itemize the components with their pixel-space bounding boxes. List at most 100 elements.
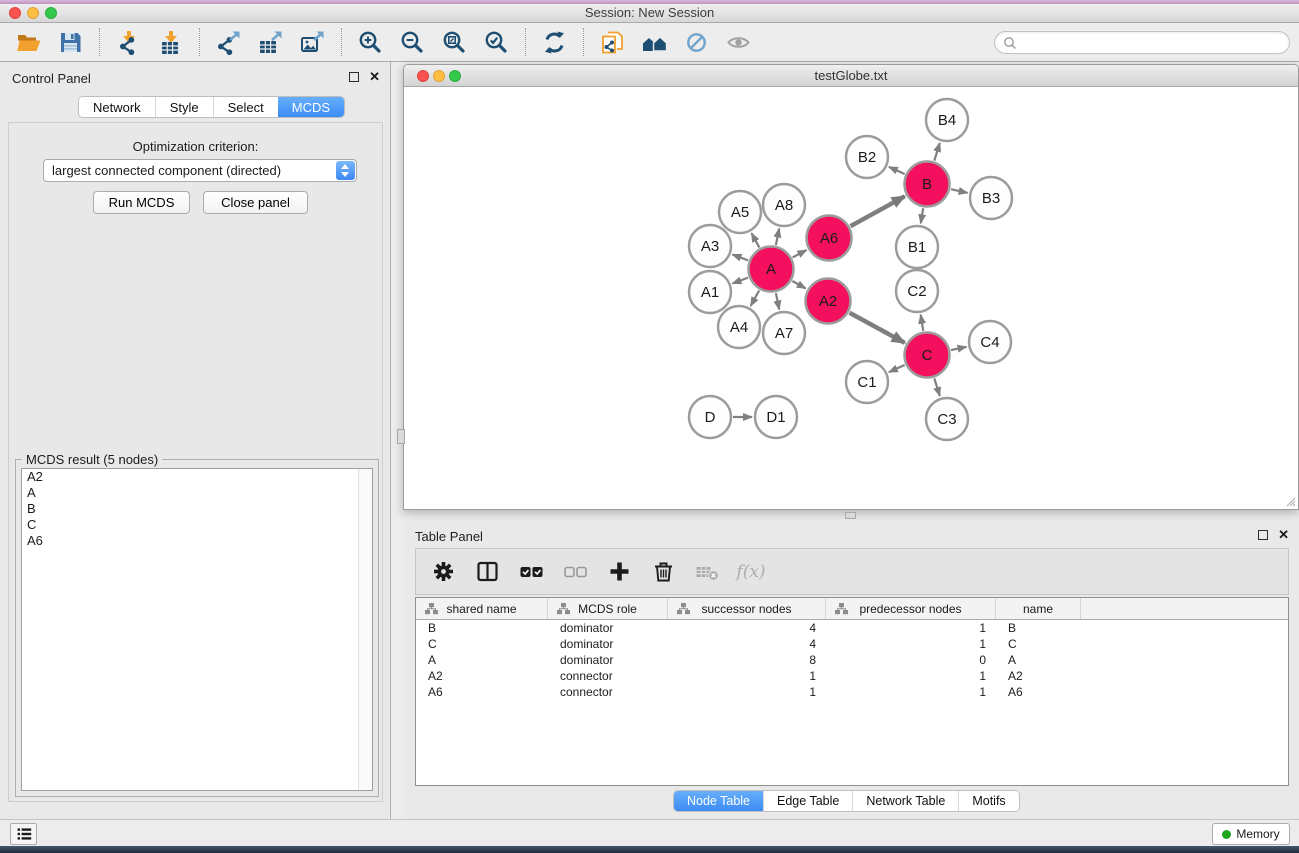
- tab-node-table[interactable]: Node Table: [674, 791, 763, 811]
- horizontal-splitter-handle[interactable]: [845, 512, 856, 519]
- tab-select[interactable]: Select: [213, 97, 278, 117]
- graph-node-A4[interactable]: A4: [718, 306, 760, 348]
- float-panel-button[interactable]: [349, 72, 359, 82]
- column-header-name[interactable]: name: [996, 598, 1081, 619]
- export-network-button[interactable]: [210, 26, 246, 58]
- graph-node-A3[interactable]: A3: [689, 225, 731, 267]
- show-columns-button[interactable]: [468, 556, 506, 588]
- zoom-out-button[interactable]: [394, 26, 430, 58]
- close-panel-button[interactable]: ✕: [369, 72, 380, 82]
- refresh-button[interactable]: [536, 26, 572, 58]
- column-header-successor-nodes[interactable]: successor nodes: [668, 598, 826, 619]
- tab-mcds[interactable]: MCDS: [278, 97, 344, 117]
- column-header-shared-name[interactable]: shared name: [416, 598, 548, 619]
- edge-A-A1[interactable]: [732, 278, 748, 284]
- result-scrollbar[interactable]: [358, 469, 372, 790]
- edge-A-A5[interactable]: [751, 233, 759, 247]
- network-window-titlebar[interactable]: testGlobe.txt: [404, 65, 1298, 87]
- zoom-window-button[interactable]: [45, 7, 57, 19]
- edge-B-B4[interactable]: [934, 143, 940, 161]
- edge-A-A7[interactable]: [776, 293, 779, 309]
- save-session-button[interactable]: [52, 26, 88, 58]
- graph-node-C4[interactable]: C4: [969, 321, 1011, 363]
- result-item[interactable]: A: [22, 485, 372, 501]
- edge-A-A4[interactable]: [751, 290, 760, 306]
- show-all-button[interactable]: [720, 26, 756, 58]
- close-panel-button-mcds[interactable]: Close panel: [203, 191, 308, 214]
- graph-node-B[interactable]: B: [905, 162, 950, 207]
- function-builder-button[interactable]: f(x): [732, 556, 770, 588]
- edge-C-C2[interactable]: [921, 315, 924, 331]
- criterion-select[interactable]: largest connected component (directed): [43, 159, 357, 182]
- table-row[interactable]: A6connector11A6: [416, 684, 1288, 700]
- result-item[interactable]: C: [22, 517, 372, 533]
- edge-B-B3[interactable]: [951, 189, 968, 193]
- edge-A-A2[interactable]: [792, 281, 805, 289]
- tab-network-table[interactable]: Network Table: [852, 791, 958, 811]
- select-all-columns-button[interactable]: [512, 556, 550, 588]
- edge-A-A3[interactable]: [732, 254, 748, 260]
- graph-node-C[interactable]: C: [905, 333, 950, 378]
- column-header-mcds-role[interactable]: MCDS role: [548, 598, 668, 619]
- network-minimize-button[interactable]: [433, 70, 445, 82]
- edge-B-B2[interactable]: [889, 167, 905, 174]
- table-row[interactable]: Adominator80A: [416, 652, 1288, 668]
- graph-node-B1[interactable]: B1: [896, 226, 938, 268]
- graph-node-C3[interactable]: C3: [926, 398, 968, 440]
- open-session-button[interactable]: [10, 26, 46, 58]
- zoom-in-button[interactable]: [352, 26, 388, 58]
- graph-node-D1[interactable]: D1: [755, 396, 797, 438]
- first-neighbors-button[interactable]: [636, 26, 672, 58]
- show-panels-button[interactable]: [10, 823, 37, 845]
- memory-button[interactable]: Memory: [1212, 823, 1290, 845]
- network-close-button[interactable]: [417, 70, 429, 82]
- result-item[interactable]: A2: [22, 469, 372, 485]
- edge-C-C3[interactable]: [934, 378, 940, 396]
- create-column-button[interactable]: [600, 556, 638, 588]
- table-row[interactable]: Cdominator41C: [416, 636, 1288, 652]
- graph-node-A5[interactable]: A5: [719, 191, 761, 233]
- table-options-button[interactable]: [424, 556, 462, 588]
- column-header-predecessor-nodes[interactable]: predecessor nodes: [826, 598, 996, 619]
- edge-A6-B[interactable]: [850, 196, 904, 226]
- mcds-result-list[interactable]: A2ABCA6: [21, 468, 373, 791]
- graph-node-C1[interactable]: C1: [846, 361, 888, 403]
- resize-grip[interactable]: [1284, 495, 1296, 507]
- graph-node-A2[interactable]: A2: [806, 279, 851, 324]
- graph-node-B3[interactable]: B3: [970, 177, 1012, 219]
- vertical-splitter-handle[interactable]: [397, 429, 405, 444]
- edge-A-A8[interactable]: [776, 229, 779, 245]
- graph-node-A7[interactable]: A7: [763, 312, 805, 354]
- graph-node-A1[interactable]: A1: [689, 271, 731, 313]
- deselect-all-columns-button[interactable]: [556, 556, 594, 588]
- tab-network[interactable]: Network: [79, 97, 155, 117]
- graph-node-A[interactable]: A: [749, 247, 794, 292]
- edge-A-A6[interactable]: [793, 250, 807, 257]
- hide-selected-button[interactable]: [678, 26, 714, 58]
- result-item[interactable]: B: [22, 501, 372, 517]
- tab-style[interactable]: Style: [155, 97, 213, 117]
- minimize-window-button[interactable]: [27, 7, 39, 19]
- float-table-panel-button[interactable]: [1258, 530, 1268, 540]
- tab-edge-table[interactable]: Edge Table: [763, 791, 852, 811]
- delete-table-button[interactable]: [688, 556, 726, 588]
- graph-node-B2[interactable]: B2: [846, 136, 888, 178]
- table-row[interactable]: Bdominator41B: [416, 620, 1288, 636]
- network-canvas[interactable]: B4B2BB3B1A5A8A6A3AA1C2A2A4A7CC4C1C3DD1: [404, 87, 1298, 509]
- graph-node-D[interactable]: D: [689, 396, 731, 438]
- export-image-button[interactable]: [294, 26, 330, 58]
- import-table-button[interactable]: [152, 26, 188, 58]
- zoom-selected-button[interactable]: [478, 26, 514, 58]
- tab-motifs[interactable]: Motifs: [958, 791, 1018, 811]
- close-window-button[interactable]: [9, 7, 21, 19]
- zoom-fit-button[interactable]: [436, 26, 472, 58]
- graph-node-A6[interactable]: A6: [807, 216, 852, 261]
- run-mcds-button[interactable]: Run MCDS: [93, 191, 190, 214]
- import-network-button[interactable]: [110, 26, 146, 58]
- edge-C-C1[interactable]: [889, 365, 905, 372]
- export-table-button[interactable]: [252, 26, 288, 58]
- copy-network-button[interactable]: [594, 26, 630, 58]
- graph-node-B4[interactable]: B4: [926, 99, 968, 141]
- close-table-panel-button[interactable]: ✕: [1278, 530, 1289, 540]
- table-row[interactable]: A2connector11A2: [416, 668, 1288, 684]
